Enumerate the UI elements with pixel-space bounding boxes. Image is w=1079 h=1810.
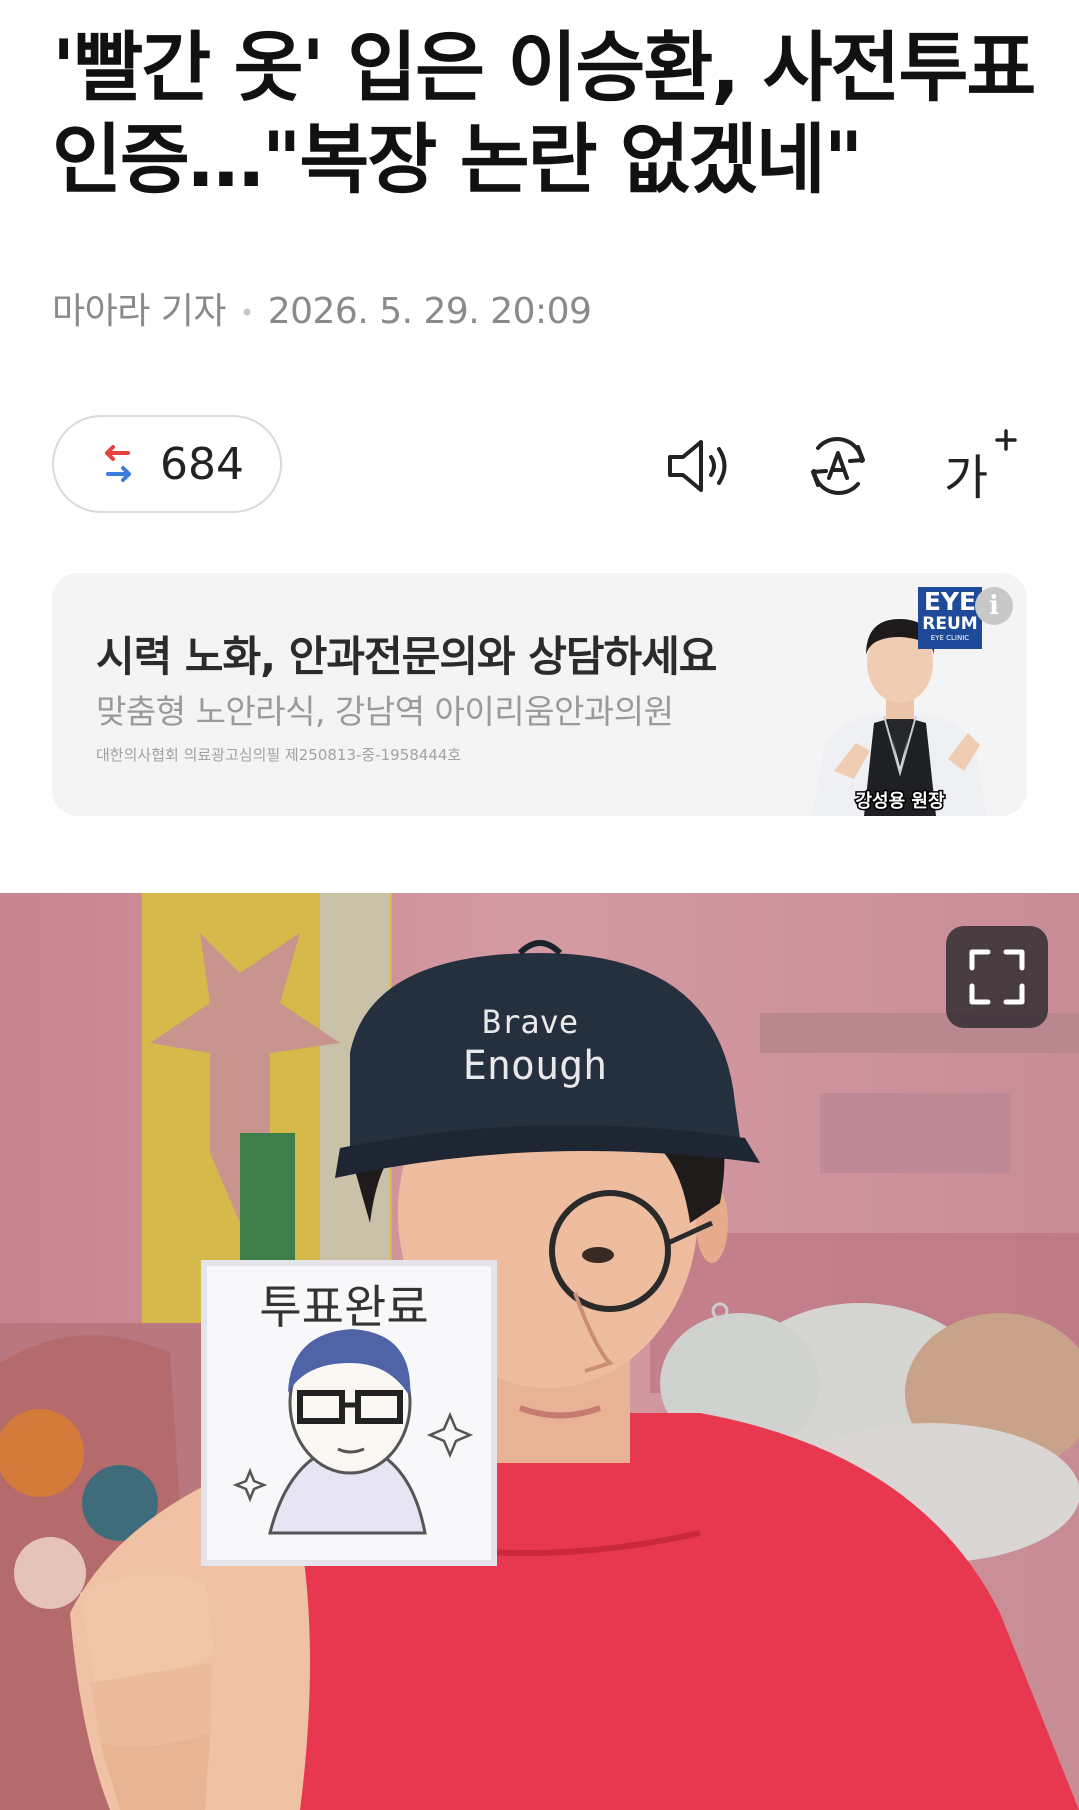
fullscreen-icon [969, 949, 1025, 1005]
separator-dot: • [240, 299, 254, 327]
ad-approval-note: 대한의사협회 의료광고심의필 제250813-중-1958444호 [96, 746, 462, 764]
publish-datetime: 2026. 5. 29. 20:09 [267, 291, 592, 332]
translate-a-icon [811, 437, 865, 495]
cap-text-line-2: Enough [463, 1043, 608, 1089]
speaker-icon [668, 440, 727, 492]
vote-card-text: 투표완료 [259, 1280, 428, 1334]
logo-line-1: EYE [923, 587, 977, 616]
reporter-name[interactable]: 마아라 기자 [52, 291, 227, 332]
cap-text-line-1: Brave [482, 1003, 578, 1041]
share-arrows-icon [105, 445, 131, 482]
logo-line-3: EYE CLINIC [930, 634, 970, 642]
text-to-speech-button[interactable] [660, 428, 736, 504]
ad-subtitle: 맞춤형 노안라식, 강남역 아이리움안과의원 [96, 692, 674, 731]
ad-title: 시력 노화, 안과전문의와 상담하세요 [96, 632, 717, 681]
article-headline: '빨간 옷' 입은 이승환, 사전투표 인증…"복장 논란 없겠네" [52, 23, 1036, 204]
font-size-label: 가 [944, 450, 989, 506]
translate-button[interactable] [800, 428, 876, 504]
ad-person-caption: 강성용 원장 [855, 791, 945, 812]
logo-line-2: REUM [922, 614, 978, 634]
share-button[interactable]: 684 [52, 415, 282, 513]
article-byline: 마아라 기자 • 2026. 5. 29. 20:09 [52, 282, 592, 334]
ad-info-icon[interactable]: i [975, 587, 1013, 625]
font-size-button[interactable]: 가 [940, 428, 1024, 506]
eyereum-logo: EYE REUM EYE CLINIC [918, 587, 982, 649]
share-count: 684 [160, 438, 244, 490]
fullscreen-button[interactable] [946, 926, 1048, 1028]
article-photo[interactable]: Brave Enough 투표완료 [0, 893, 1079, 1810]
plus-icon [995, 429, 1017, 451]
ad-banner[interactable]: 시력 노화, 안과전문의와 상담하세요 맞춤형 노안라식, 강남역 아이리움안과… [52, 573, 1027, 816]
